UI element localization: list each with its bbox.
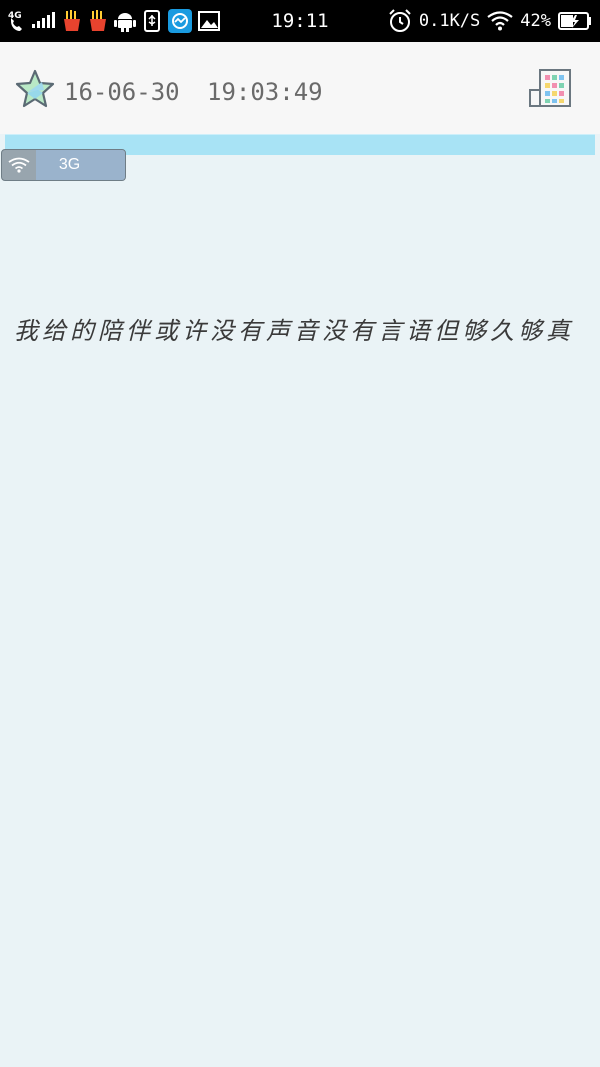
phone-icon: 4G [8,10,26,32]
battery-icon [558,12,592,30]
grid-menu-icon[interactable] [528,68,572,108]
status-bar: 4G 19:11 0.1K/S 42% [0,0,600,42]
note-time: 19:03:49 [207,78,323,106]
status-left-icons: 4G [8,0,220,42]
network-badge: 3G [1,149,126,181]
note-content[interactable]: 我给的陪伴或许没有声音没有言语但够久够真 [14,306,586,356]
star-icon[interactable] [14,68,56,110]
android-icon [114,10,136,32]
wifi-icon [2,150,36,180]
fries-icon [62,10,82,32]
usb-icon [142,10,162,32]
wifi-icon [487,11,513,31]
battery-percent: 42% [520,11,551,31]
note-header: 16-06-30 19:03:49 [0,42,600,134]
signal-icon [32,12,56,30]
fries-icon [88,10,108,32]
image-icon [198,11,220,31]
alarm-icon [388,9,412,33]
network-badge-label: 3G [36,150,125,180]
browser-icon [168,9,192,33]
network-type-label: 4G [8,11,22,21]
note-date: 16-06-30 [64,78,180,106]
network-speed: 0.1K/S [418,11,481,31]
status-right-icons: 0.1K/S 42% [388,0,592,42]
